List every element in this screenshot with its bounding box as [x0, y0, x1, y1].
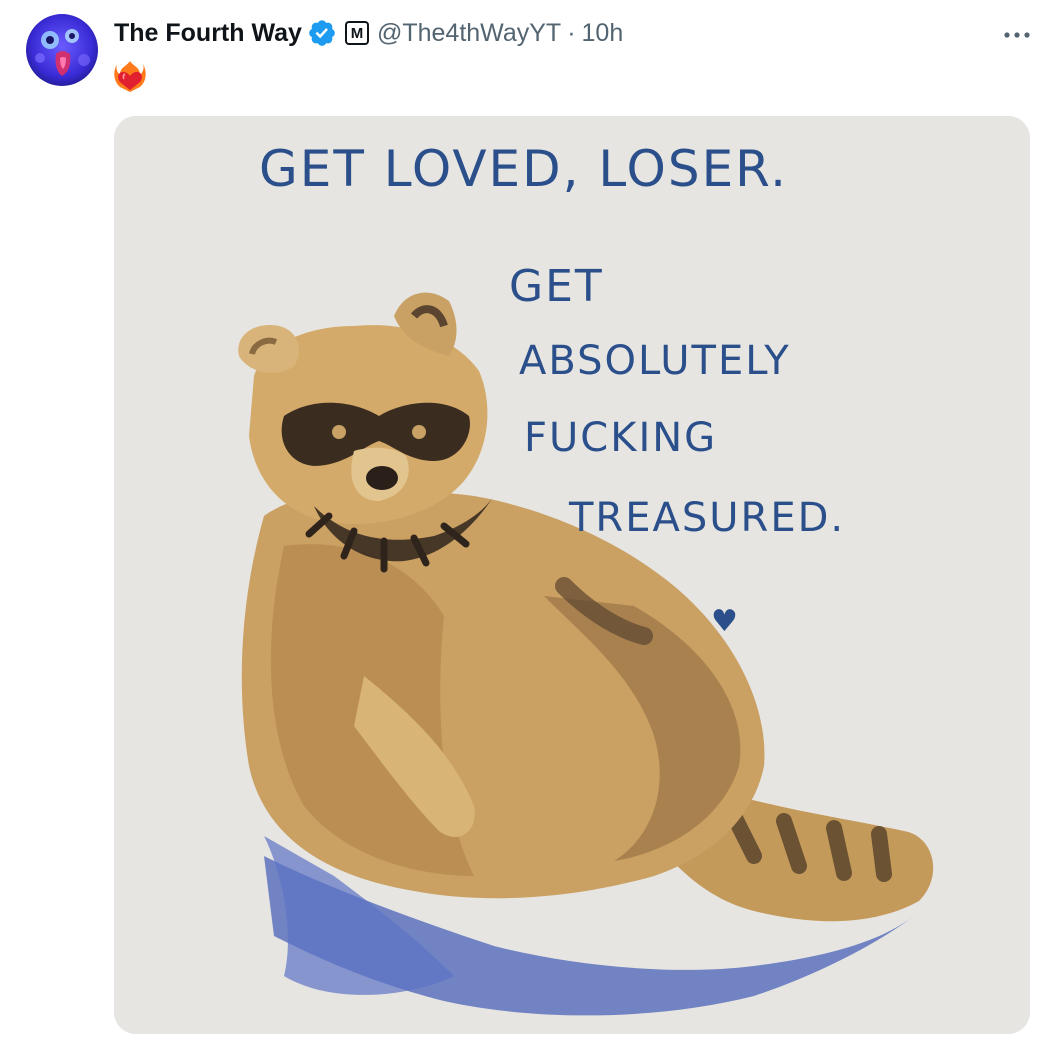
author-display-name[interactable]: The Fourth Way — [114, 19, 302, 48]
verified-badge-icon — [307, 18, 337, 48]
image-caption-line: ABSOLUTELY — [519, 338, 791, 384]
face-avatar-icon — [26, 14, 98, 86]
tweet: The Fourth Way M @The4thWayYT · 10h GET … — [0, 0, 1060, 1056]
more-dots-icon — [1004, 32, 1030, 38]
image-heart: ♥ — [711, 604, 740, 639]
image-caption-line: GET — [509, 261, 604, 312]
author-handle[interactable]: @The4thWayYT — [377, 19, 561, 48]
tweet-media-image[interactable]: GET LOVED, LOSER. GET ABSOLUTELY FUCKING… — [114, 116, 1030, 1034]
image-caption-line: GET LOVED, LOSER. — [259, 140, 788, 198]
svg-text:M: M — [351, 25, 364, 42]
tweet-header: The Fourth Way M @The4thWayYT · 10h — [114, 14, 623, 52]
affiliate-badge-icon[interactable]: M — [344, 21, 369, 45]
tweet-timestamp[interactable]: 10h — [582, 19, 624, 48]
image-caption-line: TREASURED. — [568, 495, 845, 541]
image-caption-line: FUCKING — [524, 415, 717, 461]
tweet-text — [114, 58, 146, 94]
separator-dot: · — [567, 18, 576, 47]
raccoon-watercolor-illustration: GET LOVED, LOSER. GET ABSOLUTELY FUCKING… — [114, 116, 1030, 1034]
author-avatar[interactable] — [26, 14, 98, 86]
heart-on-fire-emoji-icon — [114, 61, 146, 92]
more-options-button[interactable] — [1000, 18, 1034, 52]
